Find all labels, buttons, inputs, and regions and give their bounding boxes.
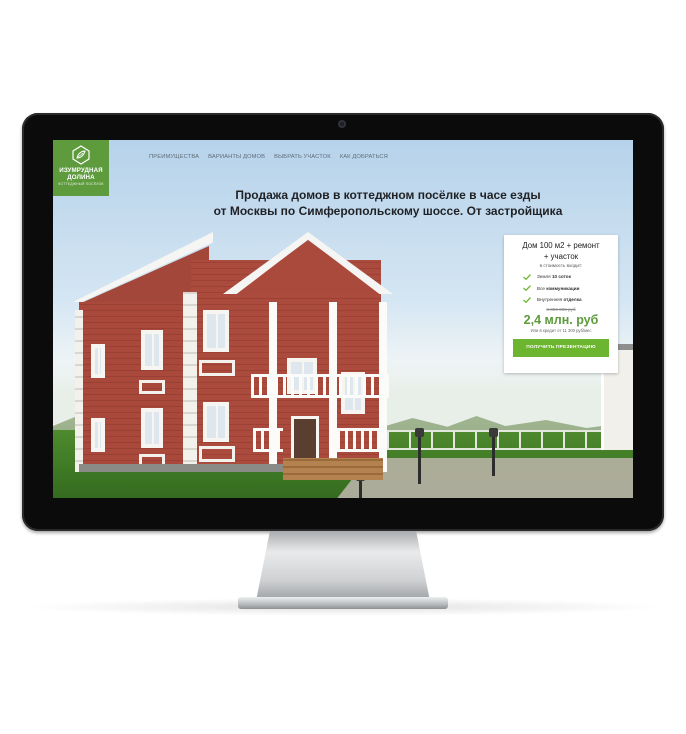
offer-card: Дом 100 м2 + ремонт + участок в стоимост… — [504, 235, 618, 373]
logo-name-line2: ДОЛИНА — [67, 174, 95, 182]
garden-lamp — [489, 428, 498, 476]
offer-feature: Внутренняя отделка — [511, 296, 611, 303]
offer-feature-text: Внутренняя отделка — [537, 297, 582, 302]
headline-line2: от Москвы по Симферопольскому шоссе. От … — [213, 203, 563, 218]
nav-item-choose-plot[interactable]: ВЫБРАТЬ УЧАСТОК — [274, 154, 331, 160]
facade-panel — [199, 360, 235, 376]
credit-note: Или в кредит от 11 300 руб/мес — [530, 327, 592, 333]
webcam-icon — [338, 120, 346, 128]
corner-quoin — [183, 292, 197, 472]
feature-prefix: Земля — [537, 274, 552, 279]
window — [141, 330, 163, 370]
nav-item-advantages[interactable]: ПРЕИМУЩЕСТВА — [149, 154, 199, 160]
offer-includes-label: в стоимость входит: — [539, 263, 583, 268]
window — [91, 344, 105, 378]
nav-item-directions[interactable]: КАК ДОБРАТЬСЯ — [340, 154, 388, 160]
facade-panel — [139, 380, 165, 394]
offer-title: Дом 100 м2 + ремонт + участок — [511, 241, 611, 262]
main-nav: ПРЕИМУЩЕСТВА ВАРИАНТЫ ДОМОВ ВЫБРАТЬ УЧАС… — [149, 154, 397, 160]
window — [203, 310, 229, 352]
offer-feature: Все коммуникации — [511, 285, 611, 291]
feature-highlight: коммуникации — [546, 285, 580, 291]
monitor-stand-base — [238, 597, 448, 609]
window — [91, 418, 105, 452]
feature-prefix: Внутренняя — [537, 297, 564, 302]
monitor-screen: ИЗУМРУДНАЯ ДОЛИНА КОТТЕДЖНЫЙ ПОСЁЛОК ПРЕ… — [53, 140, 633, 498]
corner-quoin — [75, 310, 83, 472]
logo-name-line1: ИЗУМРУДНАЯ — [59, 167, 103, 174]
check-icon — [523, 285, 531, 291]
wooden-porch — [283, 458, 383, 480]
garden-lamp — [356, 472, 365, 498]
garden-lamp — [415, 428, 424, 484]
house-photo — [73, 232, 393, 482]
get-presentation-button[interactable]: ПОЛУЧИТЬ ПРЕЗЕНТАЦИЮ — [513, 338, 609, 357]
porch-railing — [337, 428, 381, 452]
check-icon — [523, 296, 531, 303]
site-logo[interactable]: ИЗУМРУДНАЯ ДОЛИНА КОТТЕДЖНЫЙ ПОСЁЛОК — [53, 140, 109, 196]
nav-item-house-options[interactable]: ВАРИАНТЫ ДОМОВ — [208, 154, 265, 160]
offer-title-line2: + участок — [543, 251, 579, 261]
foundation — [79, 464, 283, 472]
feature-highlight: 10 соток — [551, 274, 571, 279]
headline-line1: Продажа домов в коттеджном посёлке в час… — [235, 188, 541, 202]
facade-panel — [199, 446, 235, 462]
page-headline: Продажа домов в коттеджном посёлке в час… — [173, 188, 603, 219]
feature-prefix: Все — [537, 285, 547, 291]
monitor-stand-neck — [256, 531, 430, 601]
feature-highlight: отделка — [563, 297, 582, 302]
check-icon — [523, 273, 531, 280]
offer-feature-text: Земля 10 соток — [537, 274, 571, 279]
window — [203, 402, 229, 442]
old-price: 3 800 000 руб — [546, 306, 576, 312]
porch-railing — [253, 428, 283, 452]
logo-tagline: КОТТЕДЖНЫЙ ПОСЁЛОК — [58, 182, 104, 187]
balcony-railing — [251, 374, 389, 398]
logo-name: ИЗУМРУДНАЯ ДОЛИНА — [59, 167, 102, 181]
offer-feature-text: Все коммуникации — [537, 286, 579, 291]
window — [141, 408, 163, 448]
offer-feature: Земля 10 соток — [511, 273, 611, 280]
offer-title-line1: Дом 100 м2 + ремонт — [522, 241, 600, 250]
leaf-logo-icon — [72, 145, 90, 165]
price: 2,4 млн. руб — [523, 312, 599, 327]
